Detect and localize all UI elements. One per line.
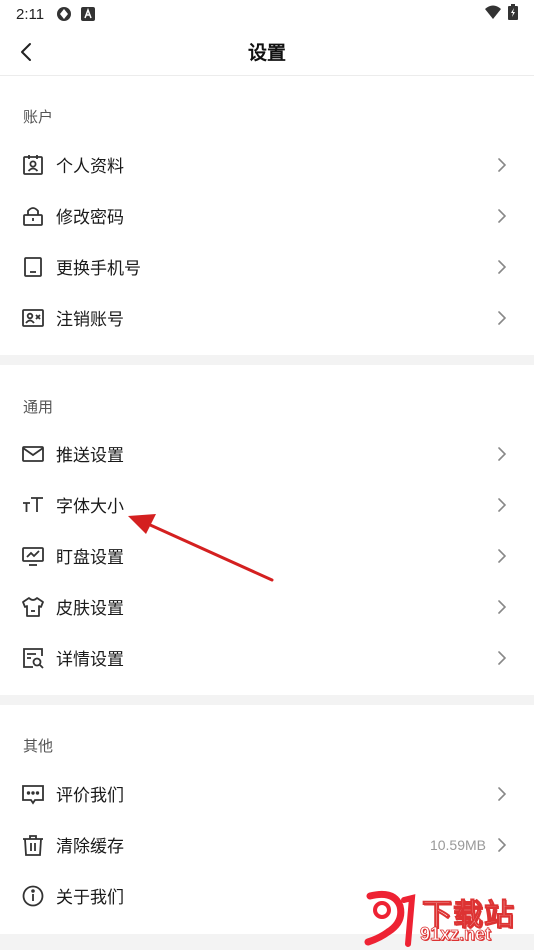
settings-item-clear-cache[interactable]: 清除缓存 10.59MB [0, 819, 534, 870]
chevron-right-icon [496, 649, 508, 667]
watermark: 下载站 91xz.net [360, 890, 530, 948]
mail-icon [21, 442, 45, 466]
cache-size-value: 10.59MB [429, 836, 486, 853]
nav-bar: 设置 [0, 28, 534, 76]
wifi-icon [484, 4, 502, 24]
shirt-icon [21, 595, 45, 619]
settings-item-label: 修改密码 [56, 208, 124, 227]
chevron-right-icon [496, 156, 508, 174]
settings-item-push[interactable]: 推送设置 [0, 428, 534, 479]
settings-item-watch[interactable]: 盯盘设置 [0, 530, 534, 581]
comment-icon [21, 782, 45, 806]
settings-item-change-phone[interactable]: 更换手机号 [0, 241, 534, 292]
account-cancel-icon [21, 306, 45, 330]
detail-search-icon [21, 646, 45, 670]
settings-item-label: 字体大小 [56, 497, 124, 516]
battery-charging-icon [508, 4, 518, 24]
chevron-left-icon [21, 43, 31, 61]
settings-item-rate-us[interactable]: 评价我们 [0, 768, 534, 819]
watermark-url: 91xz.net [420, 924, 492, 945]
back-button[interactable] [14, 40, 38, 64]
section-header-other: 其他 [23, 738, 54, 755]
settings-item-label: 盯盘设置 [56, 548, 124, 567]
chevron-right-icon [496, 445, 508, 463]
settings-item-label: 详情设置 [56, 650, 124, 669]
chevron-right-icon [496, 496, 508, 514]
lock-icon [21, 204, 45, 228]
chevron-right-icon [496, 598, 508, 616]
settings-item-label: 评价我们 [56, 786, 124, 805]
settings-item-font-size[interactable]: 字体大小 [0, 479, 534, 530]
a-notification-icon [80, 6, 96, 22]
phone-icon [21, 255, 45, 279]
chevron-right-icon [496, 547, 508, 565]
settings-item-label: 个人资料 [56, 157, 124, 176]
settings-item-label: 注销账号 [56, 310, 124, 329]
info-icon [21, 884, 45, 908]
section-header-account: 账户 [23, 109, 54, 126]
settings-item-label: 关于我们 [56, 888, 124, 907]
settings-item-label: 推送设置 [56, 446, 124, 465]
section-divider [0, 695, 534, 705]
status-bar: 2:11 [0, 0, 534, 28]
monitor-chart-icon [21, 544, 45, 568]
chevron-right-icon [496, 836, 508, 854]
chevron-right-icon [496, 309, 508, 327]
font-size-icon [21, 493, 45, 517]
chevron-right-icon [496, 258, 508, 276]
settings-item-detail[interactable]: 详情设置 [0, 632, 534, 683]
watermark-logo-icon [364, 890, 416, 947]
status-time: 2:11 [16, 5, 45, 23]
section-divider [0, 355, 534, 365]
settings-item-label: 清除缓存 [56, 837, 124, 856]
settings-item-profile[interactable]: 个人资料 [0, 139, 534, 190]
settings-item-label: 更换手机号 [56, 259, 141, 278]
settings-item-skin[interactable]: 皮肤设置 [0, 581, 534, 632]
chevron-right-icon [496, 785, 508, 803]
id-card-icon [21, 153, 45, 177]
page-title: 设置 [247, 43, 286, 64]
chevron-right-icon [496, 207, 508, 225]
settings-item-label: 皮肤设置 [56, 599, 124, 618]
settings-item-delete-account[interactable]: 注销账号 [0, 292, 534, 343]
settings-item-change-password[interactable]: 修改密码 [0, 190, 534, 241]
app-notification-icon [56, 6, 72, 22]
trash-icon [21, 833, 45, 857]
section-header-general: 通用 [23, 399, 54, 416]
